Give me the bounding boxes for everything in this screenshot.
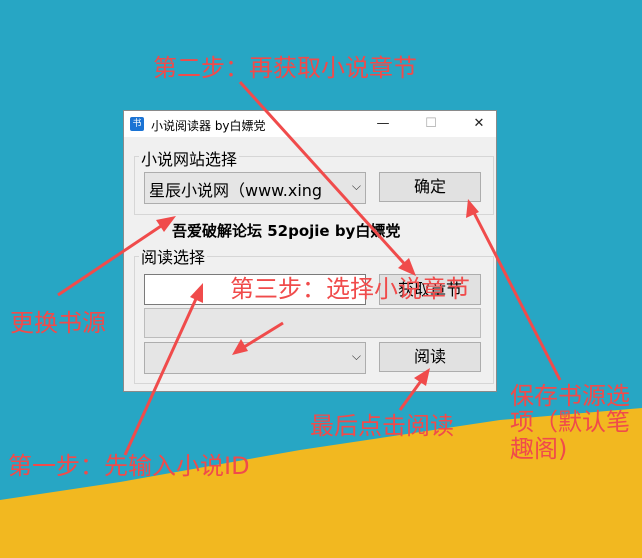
chevron-down-icon: ⌵ (351, 179, 361, 193)
maximize-button[interactable]: ☐ (408, 111, 454, 137)
annotation-step1: 第一步：先输入小说ID (8, 452, 250, 480)
minimize-button[interactable]: — (360, 111, 406, 137)
annotation-change-source: 更换书源 (10, 309, 106, 337)
read-button[interactable]: 阅读 (379, 342, 481, 372)
chevron-down-icon: ⌵ (351, 349, 361, 363)
close-button[interactable]: ✕ (456, 111, 502, 137)
site-select-value: 星辰小说网（www.xing (149, 181, 323, 200)
confirm-button[interactable]: 确定 (379, 172, 481, 202)
window-title: 小说阅读器 by白嫖党 (151, 119, 266, 133)
annotation-save-source: 保存书源选项（默认笔趣阁) (510, 382, 630, 463)
site-select[interactable]: 星辰小说网（www.xing ⌵ (144, 172, 366, 204)
site-group-label: 小说网站选择 (139, 146, 240, 170)
annotation-last-read: 最后点击阅读 (310, 412, 454, 440)
book-icon: 书 (130, 117, 144, 131)
banner-text: 吾爱破解论坛 52pojie by白嫖党 (172, 222, 401, 240)
progress-bar (144, 308, 481, 338)
annotation-step3: 第三步：选择小说章节 (230, 275, 470, 303)
title-bar: 书 小说阅读器 by白嫖党 — ☐ ✕ (124, 111, 496, 137)
annotation-step2: 第二步：再获取小说章节 (153, 54, 417, 82)
read-group-label: 阅读选择 (139, 244, 208, 268)
chapter-select[interactable]: ⌵ (144, 342, 366, 374)
app-window: 书 小说阅读器 by白嫖党 — ☐ ✕ 小说网站选择 星辰小说网（www.xin… (123, 110, 497, 392)
